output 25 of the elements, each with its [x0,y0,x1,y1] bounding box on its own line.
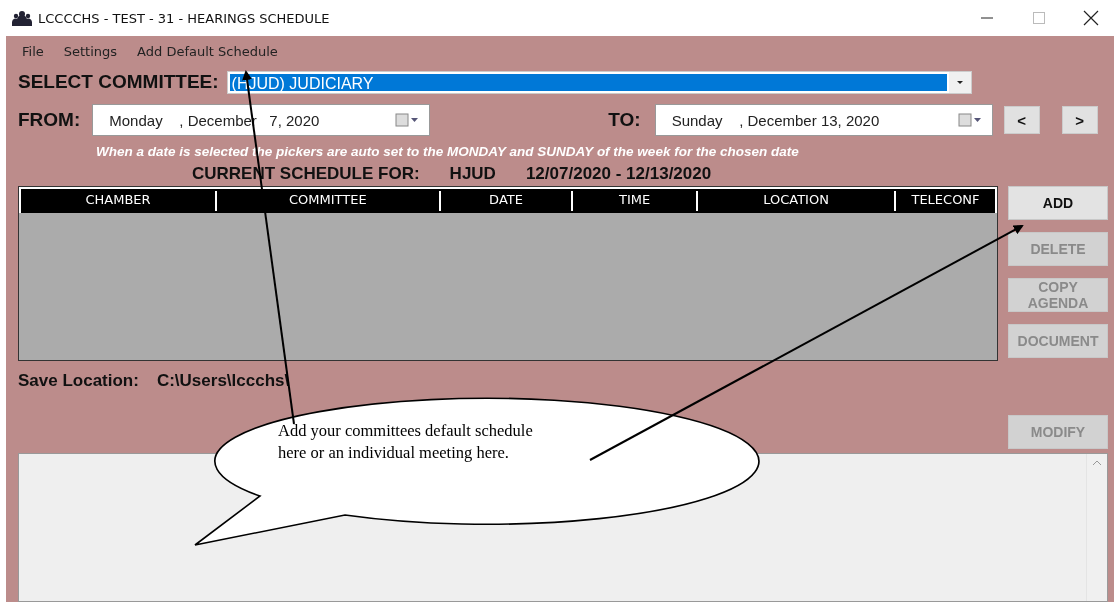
window-title: LCCCCHS - TEST - 31 - HEARINGS SCHEDULE [38,10,331,26]
to-label: TO: [608,109,641,131]
committee-label: SELECT COMMITTEE: [18,71,219,93]
column-header[interactable]: COMMITTEE [217,191,441,211]
people-icon [12,10,32,26]
previous-week-button[interactable]: < [1003,106,1040,134]
menu-item[interactable]: File [14,41,52,61]
column-header[interactable]: CHAMBER [21,191,217,211]
to-date-picker[interactable]: Sunday , December 13, 2020 [654,104,993,136]
column-header[interactable]: DATE [440,191,574,211]
menu-item[interactable]: Add Default Schedule [129,41,286,61]
save-location-label: Save Location: [18,371,139,391]
callout-text: Add your committees default schedule here or an individual meeting here. [278,420,533,464]
save-location-path: C:\Users\lccchs\ [156,371,290,391]
schedule-range: 12/07/2020 - 12/13/2020 [525,164,712,184]
scroll-up-icon[interactable] [1092,460,1102,466]
column-header[interactable]: LOCATION [698,191,897,211]
schedule-committee: HJUD [449,164,496,184]
next-week-button[interactable]: > [1061,106,1098,134]
calendar-icon[interactable] [957,113,984,127]
action-button[interactable]: ADD [1008,186,1108,220]
from-label: FROM: [18,109,81,131]
menu-item[interactable]: Settings [55,41,126,61]
column-header[interactable]: TIME [573,191,699,211]
column-header[interactable]: TELECONF [896,191,995,211]
